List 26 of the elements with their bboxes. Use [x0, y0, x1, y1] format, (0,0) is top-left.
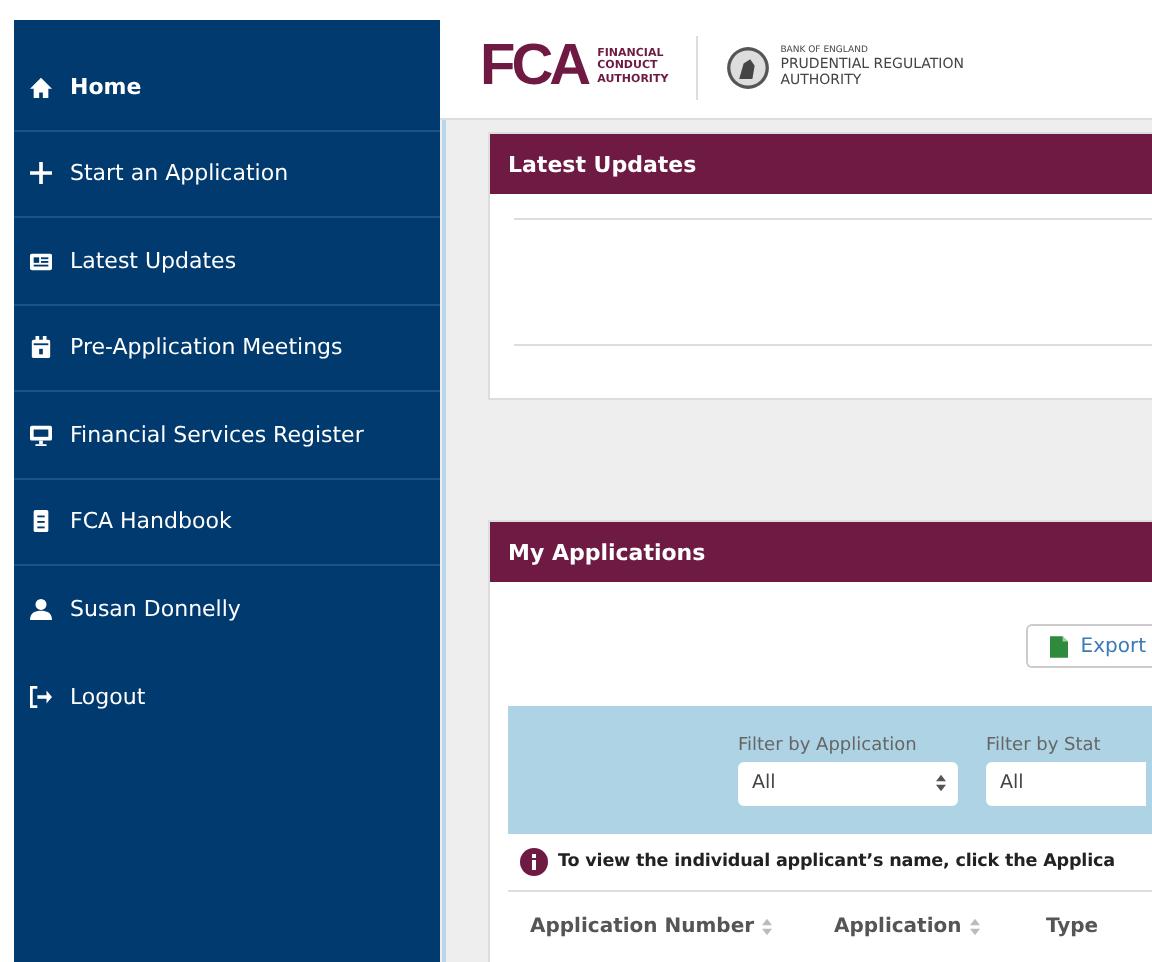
export-button[interactable]: Export [1026, 624, 1152, 668]
newspaper-icon [30, 249, 52, 272]
book-icon [30, 510, 52, 533]
info-message: To view the individual applicant’s name, click the Applica [558, 852, 1115, 872]
column-header[interactable]: Application [833, 916, 1046, 938]
sidebar-item[interactable]: Logout [14, 653, 440, 740]
filter-label: Filter by Stat [986, 735, 1103, 755]
spreadsheet-icon [1050, 635, 1069, 657]
home-icon [30, 75, 52, 98]
updown-arrows-icon [936, 774, 946, 792]
plus-icon [30, 162, 52, 185]
sort-icon [762, 918, 773, 936]
info-icon [520, 848, 548, 876]
logout-icon [30, 685, 52, 708]
monitor-icon [30, 423, 52, 446]
column-header[interactable]: Type [1045, 916, 1152, 938]
column-header[interactable]: Application Number [530, 916, 834, 938]
panel-title: My Applications [490, 522, 1152, 582]
filter-select[interactable]: All [986, 761, 1146, 805]
sort-icon [969, 918, 980, 936]
filter-label: Filter by Application [738, 735, 919, 755]
filter-select[interactable]: All [738, 761, 958, 805]
calendar-icon [30, 336, 52, 359]
panel-title: Latest Updates [490, 134, 1152, 194]
sidebar-item[interactable]: Susan Donnelly [14, 566, 440, 653]
user-icon [30, 598, 52, 621]
